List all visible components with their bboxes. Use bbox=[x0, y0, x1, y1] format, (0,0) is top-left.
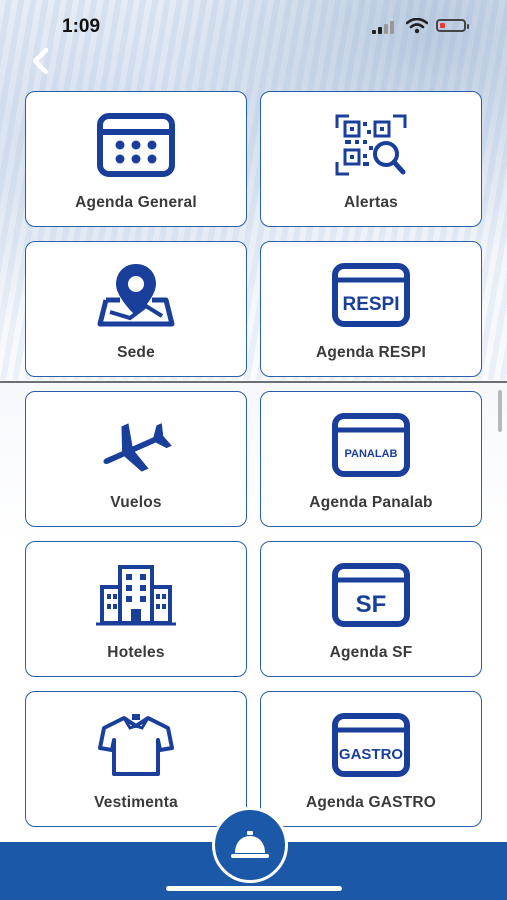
tile-label: Agenda Panalab bbox=[309, 494, 433, 511]
tile-label: Sede bbox=[117, 344, 155, 361]
respi-calendar-icon: RESPI bbox=[332, 263, 410, 327]
tile-agenda-gastro[interactable]: GASTRO Agenda GASTRO bbox=[260, 691, 482, 827]
gastro-calendar-icon: GASTRO bbox=[332, 713, 410, 777]
sf-calendar-icon: SF bbox=[332, 563, 410, 627]
tile-label: Vestimenta bbox=[94, 794, 178, 811]
back-chevron-icon[interactable] bbox=[26, 46, 56, 76]
svg-text:RESPI: RESPI bbox=[342, 294, 399, 315]
map-pin-icon bbox=[97, 264, 175, 327]
tile-agenda-general[interactable]: Agenda General bbox=[25, 91, 247, 227]
tile-label: Agenda RESPI bbox=[315, 344, 427, 361]
calendar-icon bbox=[97, 113, 175, 177]
tile-label: Agenda GASTRO bbox=[305, 794, 437, 811]
building-icon bbox=[96, 565, 176, 626]
panalab-calendar-icon: PANALAB bbox=[332, 413, 410, 477]
wifi-icon bbox=[406, 18, 428, 34]
tile-hoteles[interactable]: Hoteles bbox=[25, 541, 247, 677]
tile-label: Agenda SF bbox=[329, 644, 413, 661]
service-bell-button[interactable] bbox=[212, 807, 288, 883]
tile-label: Agenda General bbox=[75, 194, 197, 211]
status-time: 1:09 bbox=[62, 16, 101, 37]
home-indicator bbox=[166, 886, 342, 891]
airplane-icon bbox=[103, 423, 172, 472]
tile-label: Vuelos bbox=[110, 494, 162, 511]
svg-text:GASTRO: GASTRO bbox=[339, 746, 404, 763]
tile-label: Alertas bbox=[344, 194, 398, 211]
tile-sede[interactable]: Sede bbox=[25, 241, 247, 377]
tile-agenda-sf[interactable]: SF Agenda SF bbox=[260, 541, 482, 677]
qr-search-icon bbox=[335, 114, 407, 176]
tile-agenda-panalab[interactable]: PANALAB Agenda Panalab bbox=[260, 391, 482, 527]
svg-text:SF: SF bbox=[356, 591, 387, 618]
scrollbar[interactable] bbox=[498, 390, 502, 432]
tile-vestimenta[interactable]: Vestimenta bbox=[25, 691, 247, 827]
divider-line bbox=[0, 381, 507, 383]
signal-icon bbox=[372, 21, 394, 34]
tile-label: Hoteles bbox=[107, 644, 165, 661]
tile-alertas[interactable]: Alertas bbox=[260, 91, 482, 227]
shirt-icon bbox=[98, 714, 174, 776]
battery-icon bbox=[436, 19, 469, 32]
tile-agenda-respi[interactable]: RESPI Agenda RESPI bbox=[260, 241, 482, 377]
tile-vuelos[interactable]: Vuelos bbox=[25, 391, 247, 527]
svg-text:PANALAB: PANALAB bbox=[345, 448, 398, 460]
status-bar: 1:09 bbox=[0, 0, 507, 44]
service-bell-icon bbox=[231, 831, 269, 858]
